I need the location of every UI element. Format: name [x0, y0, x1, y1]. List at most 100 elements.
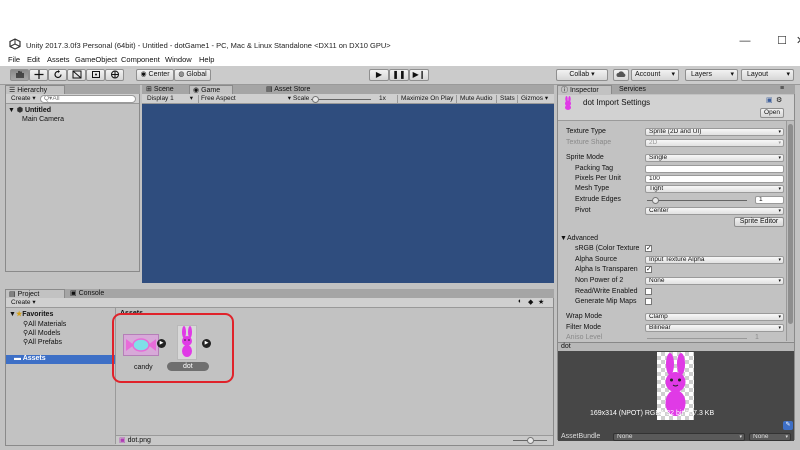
scale-slider-thumb[interactable] [312, 96, 319, 103]
gear-icon[interactable]: ⚙ [776, 96, 782, 104]
dropdown-arrow-icon: ▾ [778, 129, 781, 135]
open-button[interactable]: Open [760, 108, 784, 118]
filter-mode-dropdown[interactable]: Bilinear ▾ [645, 324, 784, 332]
account-button[interactable]: Account ▾ [631, 69, 679, 81]
filter-by-label-icon[interactable]: ◆ [528, 298, 533, 306]
hierarchy-create-button[interactable]: Create ▾ [11, 95, 36, 103]
tab-console[interactable]: ▣ Console [67, 289, 112, 298]
maximize-on-play-toggle[interactable]: Maximize On Play [397, 95, 453, 103]
layers-button[interactable]: Layers ▾ [685, 69, 738, 81]
layout-button[interactable]: Layout ▾ [741, 69, 794, 81]
scale-slider-track[interactable] [311, 99, 371, 100]
menu-bar [0, 52, 800, 66]
hierarchy-search-input[interactable]: Q▾All [40, 95, 136, 103]
hand-tool-button[interactable] [10, 69, 29, 81]
mesh-type-dropdown[interactable]: Tight ▾ [645, 185, 784, 193]
close-button[interactable]: ✕ [796, 34, 800, 48]
menu-file[interactable]: File [8, 55, 20, 64]
sprite-editor-button[interactable]: Sprite Editor [734, 217, 784, 227]
alpha-transparency-checkbox[interactable]: ✓ [645, 266, 652, 273]
favorites-header[interactable]: ▼★Favorites [9, 310, 53, 318]
packing-tag-input[interactable] [645, 165, 784, 173]
tab-hierarchy[interactable]: ☰ Hierarchy [5, 85, 65, 94]
tab-services-label: Services [619, 86, 646, 93]
extrude-edges-slider-track[interactable] [647, 200, 747, 201]
dropdown-arrow-icon: ▾ [785, 434, 788, 440]
sprite-mode-dropdown[interactable]: Single ▾ [645, 154, 784, 162]
move-tool-button[interactable] [29, 69, 48, 81]
wrap-mode-dropdown[interactable]: Clamp ▾ [645, 313, 784, 321]
panel-menu-icon[interactable]: ≡ [780, 85, 784, 92]
tab-project[interactable]: ▤ Project [5, 289, 65, 298]
advanced-foldout[interactable]: ▼Advanced [560, 235, 598, 242]
non-power-of-2-dropdown[interactable]: None ▾ [645, 277, 784, 285]
assets-folder-label: ▬ Assets [14, 355, 46, 362]
game-view-canvas[interactable] [142, 104, 554, 283]
favorites-item-label: All Models [28, 330, 61, 337]
pivot-center-button[interactable]: ◉ Center [136, 69, 174, 81]
menu-assets[interactable]: Assets [47, 55, 70, 64]
menu-window[interactable]: Window [165, 55, 192, 64]
transform-tool-button[interactable] [105, 69, 124, 81]
filter-by-type-icon[interactable]: ◐ [518, 298, 522, 305]
hierarchy-item[interactable]: Main Camera [22, 116, 64, 123]
favorites-item[interactable]: ⚲All Models [23, 329, 60, 337]
favorite-star-icon[interactable]: ★ [538, 298, 544, 306]
menu-edit[interactable]: Edit [27, 55, 40, 64]
menu-help[interactable]: Help [199, 55, 214, 64]
step-button[interactable]: ▶❙ [409, 69, 429, 81]
preview-tag-icon[interactable]: ✎ [783, 421, 793, 430]
cloud-button[interactable] [613, 69, 629, 81]
pixels-per-unit-input[interactable]: 100 [645, 175, 784, 183]
alpha-source-dropdown[interactable]: Input Texture Alpha ▾ [645, 256, 784, 264]
assetbundle-dropdown[interactable]: None ▾ [613, 433, 745, 441]
menu-gameobject[interactable]: GameObject [75, 55, 117, 64]
pivot-dropdown[interactable]: Center ▾ [645, 207, 784, 215]
help-book-icon[interactable]: ▣ [766, 96, 773, 104]
collab-button[interactable]: Collab ▾ [556, 69, 608, 81]
tab-inspector[interactable]: ⓘ Inspector [557, 85, 612, 94]
project-create-button[interactable]: Create ▾ [11, 299, 36, 307]
dropdown-arrow-icon: ▾ [671, 71, 675, 78]
minimize-button[interactable]: — [730, 34, 760, 48]
favorites-label: Favorites [22, 311, 54, 318]
play-button[interactable]: ▶ [369, 69, 389, 81]
scale-tool-button[interactable] [67, 69, 86, 81]
extrude-edges-input[interactable]: 1 [755, 196, 784, 204]
aspect-dropdown[interactable]: Free Aspect ▾ [198, 95, 291, 103]
favorites-item[interactable]: ⚲All Prefabs [23, 338, 62, 346]
pivot-value: Center [649, 207, 669, 214]
maximize-button[interactable]: ☐ [767, 34, 797, 48]
pause-button[interactable]: ❚❚ [389, 69, 409, 81]
read-write-checkbox[interactable] [645, 288, 652, 295]
gizmos-dropdown[interactable]: Gizmos ▾ [517, 95, 548, 103]
thumbnail-size-slider-thumb[interactable] [527, 437, 534, 444]
assetbundle-variant-value: None [753, 433, 769, 440]
rotate-tool-button[interactable] [48, 69, 67, 81]
bunny-asset-icon [565, 96, 571, 110]
scene-root[interactable]: ▼ ⬢ Untitled [8, 106, 51, 114]
tab-asset-store[interactable]: ▤ Asset Store [263, 85, 323, 94]
srgb-checkbox[interactable]: ✓ [645, 245, 652, 252]
assetbundle-variant-dropdown[interactable]: None ▾ [749, 433, 791, 441]
menu-component[interactable]: Component [121, 55, 160, 64]
mute-audio-toggle[interactable]: Mute Audio [456, 95, 493, 103]
tab-game[interactable]: ◉ Game [189, 85, 233, 94]
preview-info: 169x314 (NPOT) RGBA 32 bit 207.3 KB [590, 410, 715, 417]
display-dropdown[interactable]: Display 1 ▾ [147, 95, 193, 103]
mip-maps-checkbox[interactable] [645, 298, 652, 305]
tab-services[interactable]: Services [616, 85, 656, 94]
favorites-item-label: All Materials [28, 321, 67, 328]
dropdown-arrow-icon: ▾ [287, 95, 291, 102]
texture-type-dropdown[interactable]: Sprite (2D and UI) ▾ [645, 128, 784, 136]
pivot-global-button[interactable]: ◍ Global [174, 69, 211, 81]
stats-toggle[interactable]: Stats [496, 95, 515, 103]
tab-scene[interactable]: ⊞ Scene [143, 85, 187, 94]
inspector-scrollbar-thumb[interactable] [788, 124, 793, 324]
extrude-edges-slider-thumb[interactable] [652, 197, 659, 204]
folder-icon: ▤ [9, 291, 18, 298]
favorites-item[interactable]: ⚲All Materials [23, 320, 66, 328]
gamepad-icon: ◉ [193, 87, 202, 94]
rect-tool-button[interactable] [86, 69, 105, 81]
dropdown-arrow-icon: ▾ [730, 71, 734, 78]
